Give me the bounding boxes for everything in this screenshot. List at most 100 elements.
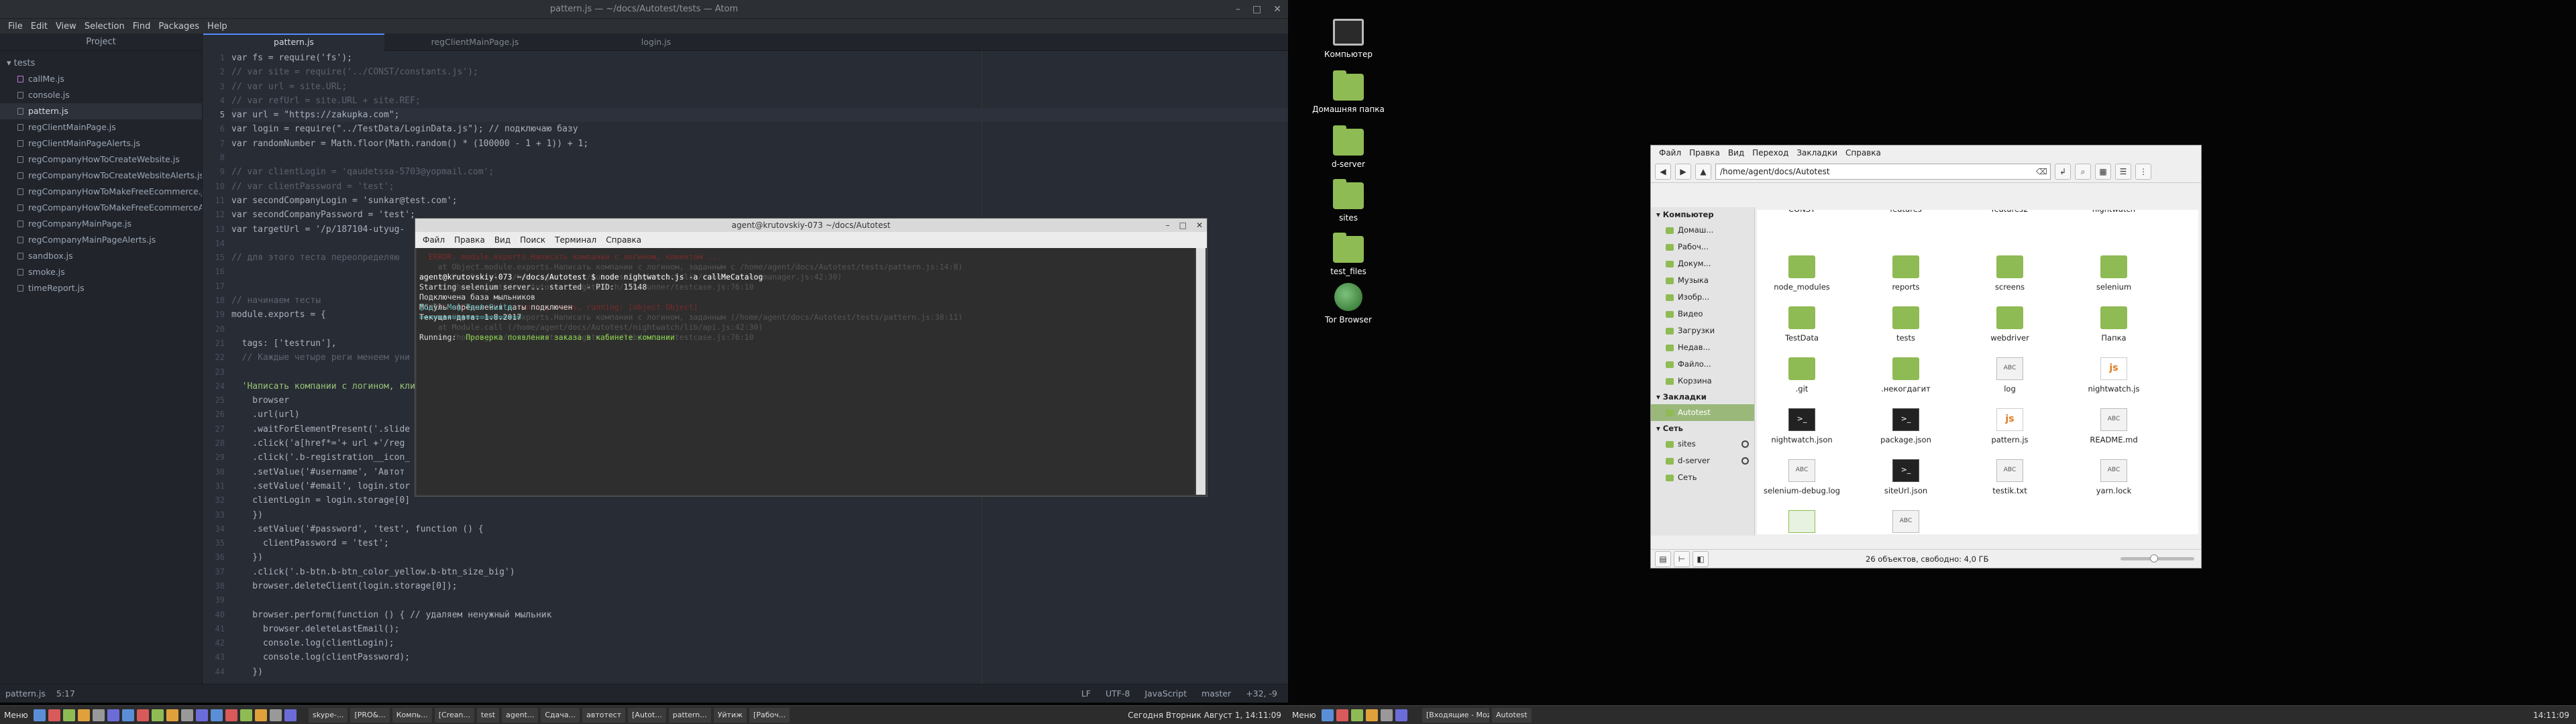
file-item[interactable]: node_modules: [1758, 255, 1845, 292]
taskbar-window-button[interactable]: test: [476, 708, 500, 723]
tree-file-item[interactable]: regCompanyMainPage.js: [0, 216, 202, 232]
fm-menu-view[interactable]: Вид: [1724, 148, 1748, 158]
launcher-app-icon[interactable]: [78, 709, 90, 721]
start-menu-button[interactable]: Меню: [4, 706, 28, 724]
file-item[interactable]: >_ nightwatch.json: [1758, 408, 1845, 444]
fm-menu-file[interactable]: Файл: [1655, 148, 1685, 158]
sidebar-section-computer[interactable]: ▾ Компьютер: [1651, 207, 1754, 222]
desktop-icon-computer[interactable]: Компьютер: [1308, 19, 1389, 59]
term-menu-file[interactable]: Файл: [418, 235, 449, 245]
launcher-app-icon[interactable]: [1381, 709, 1393, 721]
menu-view[interactable]: View: [52, 21, 80, 32]
tree-file-item[interactable]: regCompanyHowToCreateWebsite.js: [0, 152, 202, 168]
launcher-app-icon[interactable]: [48, 709, 60, 721]
launcher-app-icon[interactable]: [270, 709, 282, 721]
minimize-icon[interactable]: –: [1166, 219, 1170, 232]
sidebar-section-network[interactable]: ▾ Сеть: [1651, 421, 1754, 436]
launcher-app-icon[interactable]: [196, 709, 208, 721]
taskbar-window-button[interactable]: Autotest: [1492, 708, 1532, 723]
desktop-icon-sites[interactable]: sites: [1308, 179, 1389, 223]
menu-edit[interactable]: Edit: [27, 21, 52, 32]
tree-file-item[interactable]: smoke.js: [0, 264, 202, 280]
terminal-scrollbar[interactable]: [1196, 248, 1205, 495]
forward-arrow-icon[interactable]: ▶: [1675, 163, 1691, 180]
terminal-output[interactable]: ERROR: module.exports.Написать компании …: [417, 248, 1195, 495]
launcher-app-icon[interactable]: [107, 709, 119, 721]
status-line-ending[interactable]: LF: [1081, 684, 1091, 703]
desktop-icon-d-server[interactable]: d-server: [1308, 125, 1389, 169]
close-icon[interactable]: ✕: [1196, 219, 1203, 232]
menu-help[interactable]: Help: [203, 21, 231, 32]
sidebar-place[interactable]: Видео: [1651, 306, 1754, 322]
term-menu-view[interactable]: Вид: [490, 235, 515, 245]
launcher-app-icon[interactable]: [93, 709, 105, 721]
fm-menu-go[interactable]: Переход: [1748, 148, 1792, 158]
clock[interactable]: Сегодня Вторник Август 1, 14:11:09: [1128, 706, 1281, 724]
location-field[interactable]: /home/agent/docs/Autotest ⌫: [1715, 163, 2051, 180]
maximize-icon[interactable]: □: [1252, 0, 1261, 19]
fm-menu-bookmarks[interactable]: Закладки: [1792, 148, 1841, 158]
sidebar-place[interactable]: Изобр...: [1651, 289, 1754, 306]
status-grammar[interactable]: JavaScript: [1144, 684, 1187, 703]
tree-file-item[interactable]: regCompanyMainPageAlerts.js: [0, 232, 202, 248]
menu-packages[interactable]: Packages: [154, 21, 203, 32]
launcher-app-icon[interactable]: [225, 709, 237, 721]
file-item[interactable]: ABC log: [1966, 357, 2053, 394]
launcher-app-icon[interactable]: [1322, 709, 1334, 721]
file-item[interactable]: CONST: [1758, 210, 1845, 214]
tab-login-js[interactable]: login.js: [566, 34, 747, 51]
taskbar-window-button[interactable]: Уйтиж: [713, 708, 747, 723]
sidebar-place[interactable]: Загрузки: [1651, 322, 1754, 339]
fm-menu-edit[interactable]: Правка: [1685, 148, 1724, 158]
launcher-app-icon[interactable]: [152, 709, 164, 721]
back-arrow-icon[interactable]: ◀: [1655, 163, 1671, 180]
tree-file-item[interactable]: regCompanyHowToMakeFreeEcommerce.js: [0, 184, 202, 200]
sidebar-place[interactable]: Рабоч...: [1651, 239, 1754, 255]
taskbar-window-button[interactable]: Компь...: [392, 708, 432, 723]
sidebar-place[interactable]: Autotest: [1651, 404, 1754, 421]
clear-location-icon[interactable]: ⌫: [2036, 164, 2047, 179]
file-item[interactable]: js nightwatch.js: [2070, 357, 2157, 394]
compact-view-icon[interactable]: ⋮: [2135, 163, 2151, 180]
term-menu-help[interactable]: Справка: [601, 235, 646, 245]
sidebar-place[interactable]: sites: [1651, 436, 1754, 452]
file-item[interactable]: selenium: [2070, 255, 2157, 292]
tree-toggle-icon[interactable]: ⊢: [1674, 551, 1690, 567]
file-item[interactable]: ABC.gitignore: [1862, 510, 1949, 534]
tree-file-item[interactable]: regClientMainPage.js: [0, 119, 202, 135]
launcher-app-icon[interactable]: [181, 709, 193, 721]
file-item[interactable]: TestData: [1758, 306, 1845, 343]
term-menu-search[interactable]: Поиск: [515, 235, 550, 245]
icon-view-icon[interactable]: ▦: [2095, 163, 2111, 180]
launcher-app-icon[interactable]: [1366, 709, 1378, 721]
zoom-slider[interactable]: [2121, 554, 2194, 562]
hide-sidebar-icon[interactable]: ◧: [1693, 551, 1709, 567]
eject-icon[interactable]: [1741, 440, 1749, 448]
sidebar-place[interactable]: Сеть: [1651, 469, 1754, 486]
taskbar-window-button[interactable]: [Входящие - Mozilla...: [1422, 708, 1489, 723]
zoom-slider-handle[interactable]: [2150, 554, 2158, 562]
taskbar-window-button[interactable]: [PRO&...: [350, 708, 390, 723]
tree-file-item[interactable]: regCompanyHowToCreateWebsiteAlerts.js: [0, 168, 202, 184]
desktop-icon-tor-browser[interactable]: Tor Browser: [1308, 283, 1389, 324]
tree-file-item[interactable]: callMe.js: [0, 71, 202, 87]
sidebar-place[interactable]: Докум...: [1651, 255, 1754, 272]
minimize-icon[interactable]: –: [1236, 0, 1240, 19]
status-cursor-pos[interactable]: 5:17: [56, 688, 75, 699]
file-item[interactable]: features: [1862, 210, 1949, 214]
taskbar-window-button[interactable]: [Рабоч...: [749, 708, 790, 723]
file-item[interactable]: .git: [1758, 357, 1845, 394]
launcher-app-icon[interactable]: [1351, 709, 1363, 721]
file-item[interactable]: ABC yarn.lock: [2070, 459, 2157, 495]
taskbar-window-button[interactable]: [Crean...: [434, 708, 474, 723]
term-menu-edit[interactable]: Правка: [449, 235, 490, 245]
tree-file-item[interactable]: timeReport.js: [0, 280, 202, 296]
maximize-icon[interactable]: □: [1179, 219, 1187, 232]
file-item[interactable]: webdriver: [1966, 306, 2053, 343]
tree-file-item[interactable]: regClientMainPageAlerts.js: [0, 135, 202, 152]
launcher-app-icon[interactable]: [255, 709, 267, 721]
eject-icon[interactable]: [1741, 457, 1749, 465]
search-icon[interactable]: ⌕: [2075, 163, 2091, 180]
taskbar-window-button[interactable]: skype-...: [309, 708, 348, 723]
launcher-app-icon[interactable]: [1395, 709, 1407, 721]
